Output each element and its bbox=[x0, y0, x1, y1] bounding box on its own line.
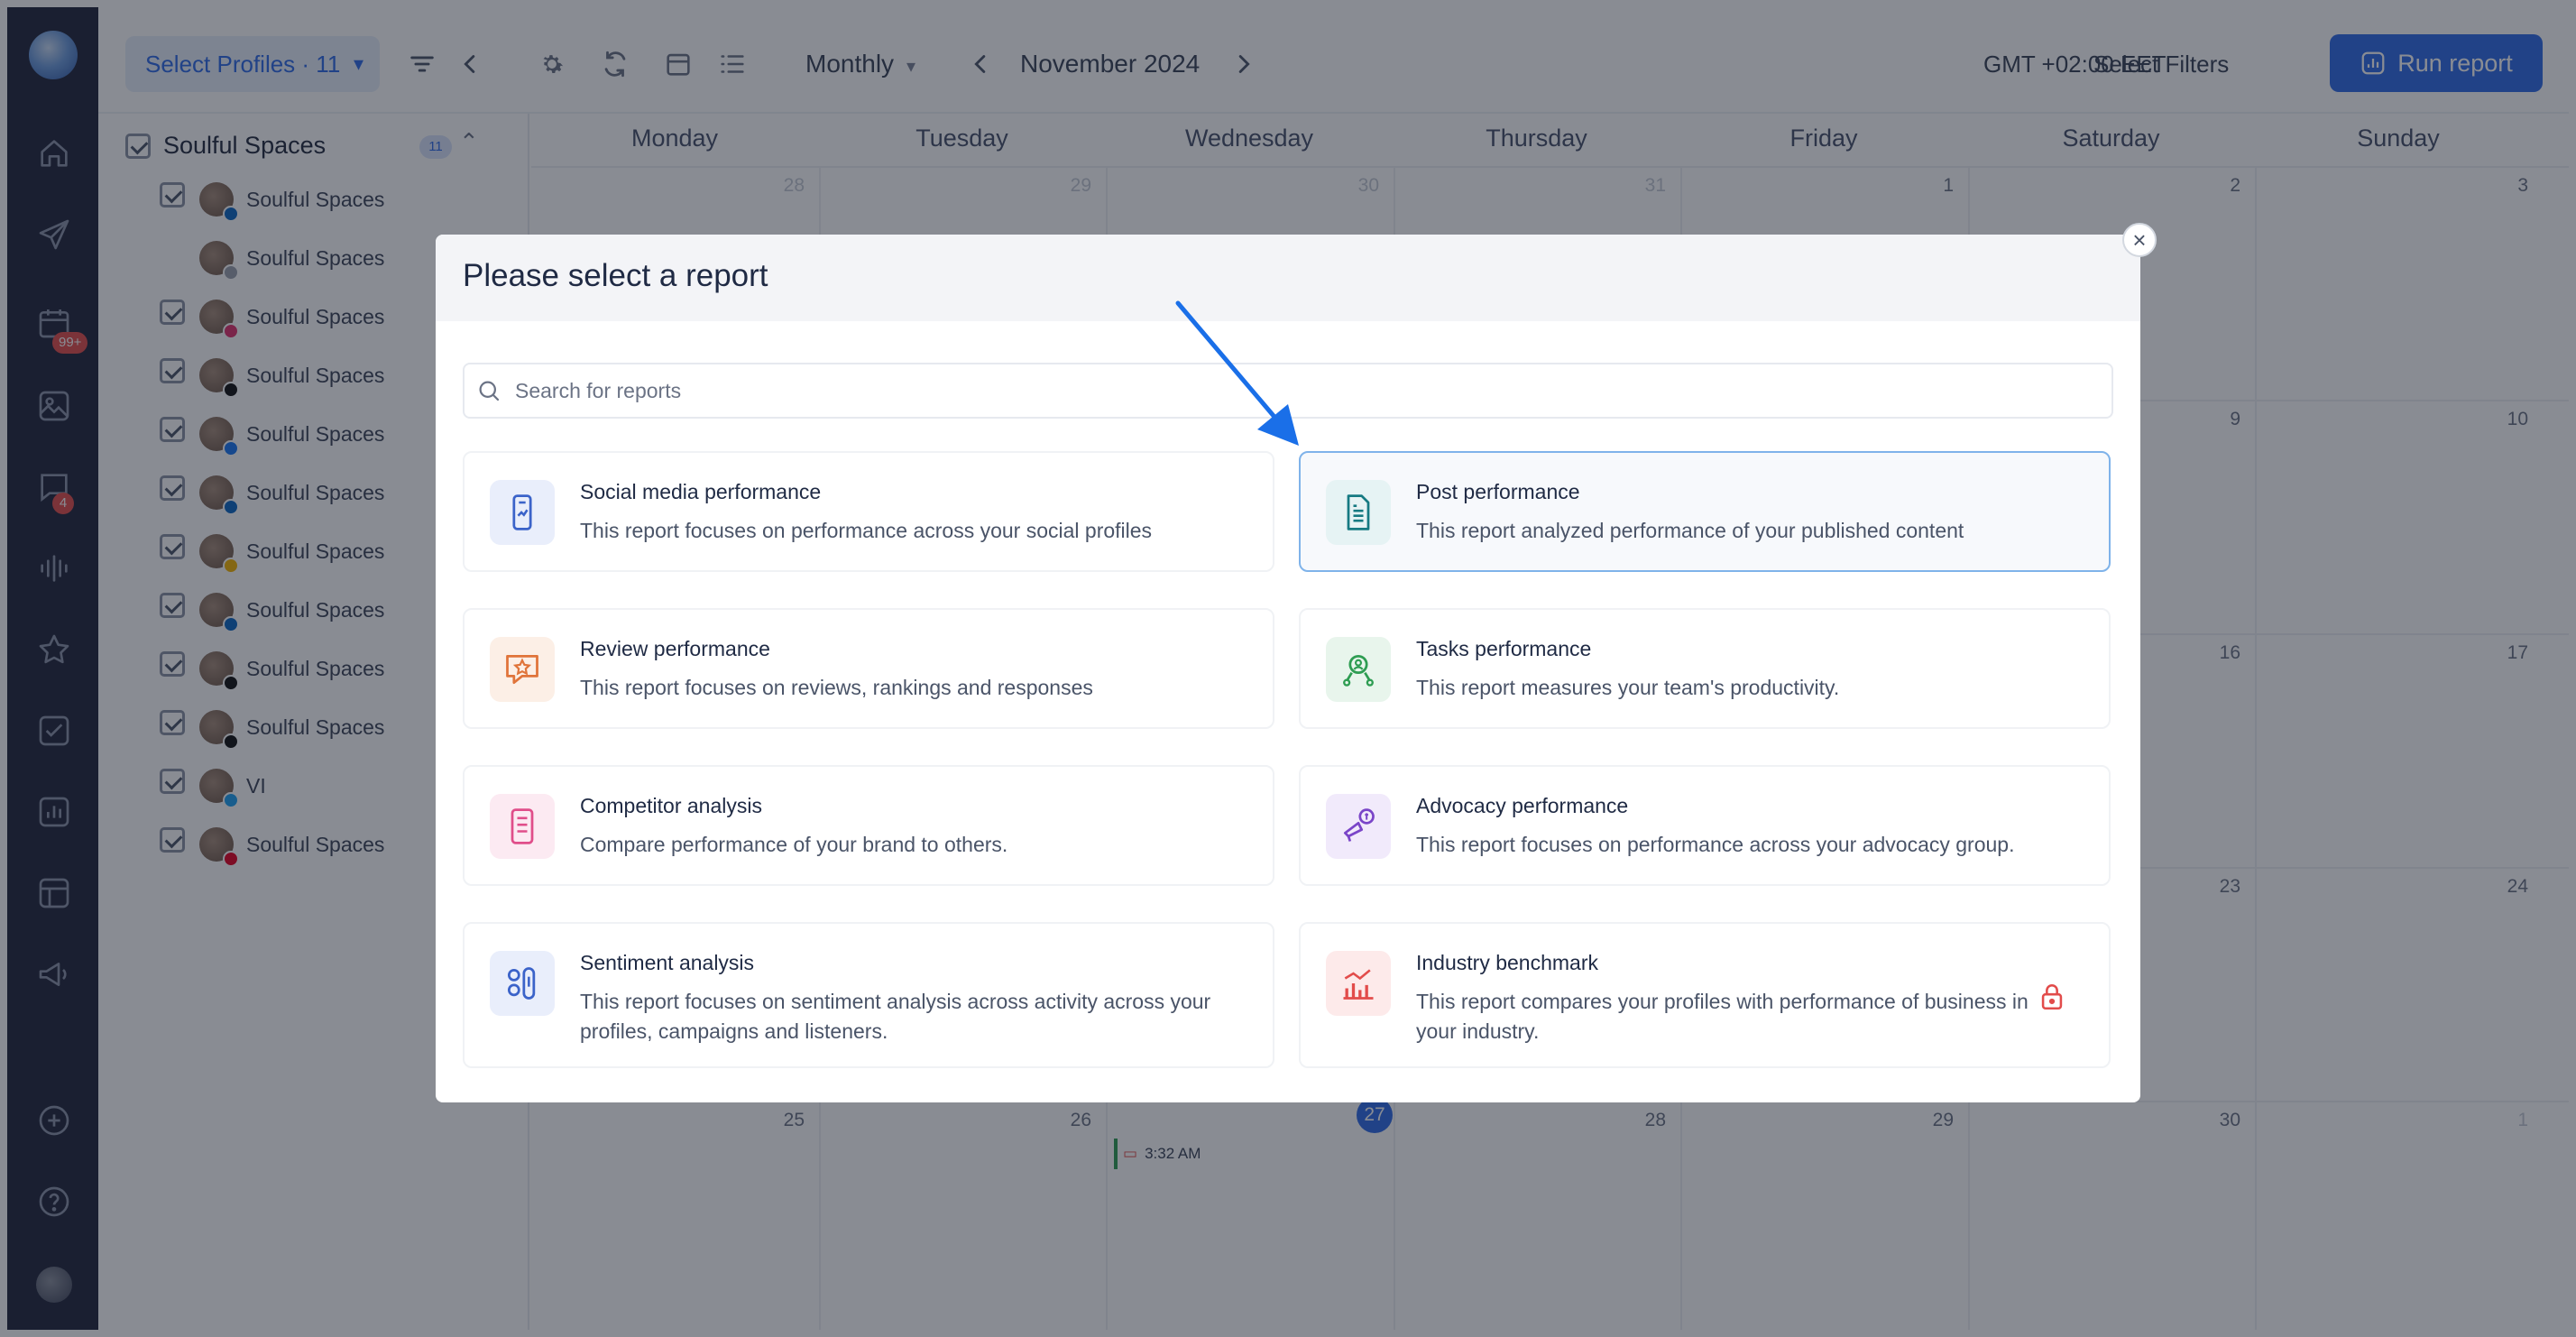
report-card-review-performance[interactable]: Review performance This report focuses on… bbox=[463, 608, 1274, 729]
report-card-social-media-performance[interactable]: Social media performance This report focu… bbox=[463, 451, 1274, 572]
close-modal-button[interactable]: × bbox=[2122, 223, 2157, 257]
team-icon bbox=[1326, 637, 1391, 702]
report-card-post-performance[interactable]: Post performance This report analyzed per… bbox=[1299, 451, 2111, 572]
search-icon bbox=[479, 381, 500, 401]
document-icon bbox=[1326, 480, 1391, 545]
report-card-industry-benchmark[interactable]: Industry benchmark This report compares y… bbox=[1299, 922, 2111, 1068]
report-description: This report analyzed performance of your… bbox=[1416, 519, 1964, 542]
report-title: Competitor analysis bbox=[580, 794, 762, 817]
report-title: Industry benchmark bbox=[1416, 951, 1598, 974]
report-title: Advocacy performance bbox=[1416, 794, 1629, 817]
sentiment-icon bbox=[490, 951, 555, 1016]
lock-icon bbox=[2037, 982, 2067, 1012]
report-title: Sentiment analysis bbox=[580, 951, 755, 974]
annotation-arrow-icon bbox=[1175, 300, 1299, 446]
report-card-advocacy-performance[interactable]: Advocacy performance This report focuses … bbox=[1299, 765, 2111, 886]
benchmark-icon bbox=[1326, 951, 1391, 1016]
competitor-icon bbox=[490, 794, 555, 859]
modal-title: Please select a report bbox=[463, 258, 768, 293]
report-card-sentiment-analysis[interactable]: Sentiment analysis This report focuses on… bbox=[463, 922, 1274, 1068]
report-title: Post performance bbox=[1416, 480, 1580, 503]
review-star-icon bbox=[490, 637, 555, 702]
report-title: Social media performance bbox=[580, 480, 822, 503]
report-description: This report focuses on reviews, rankings… bbox=[580, 676, 1093, 699]
report-description: This report focuses on sentiment analysi… bbox=[580, 990, 1211, 1043]
report-description: This report focuses on performance acros… bbox=[1416, 833, 2015, 856]
report-title: Tasks performance bbox=[1416, 637, 1592, 660]
report-card-competitor-analysis[interactable]: Competitor analysis Compare performance o… bbox=[463, 765, 1274, 886]
advocacy-icon bbox=[1326, 794, 1391, 859]
report-description: Compare performance of your brand to oth… bbox=[580, 833, 1008, 856]
close-icon: × bbox=[2132, 226, 2147, 254]
report-card-tasks-performance[interactable]: Tasks performance This report measures yo… bbox=[1299, 608, 2111, 729]
report-description: This report compares your profiles with … bbox=[1416, 990, 2029, 1043]
report-description: This report focuses on performance acros… bbox=[580, 519, 1153, 542]
report-title: Review performance bbox=[580, 637, 770, 660]
report-description: This report measures your team's product… bbox=[1416, 676, 1840, 699]
phone-chart-icon bbox=[490, 480, 555, 545]
